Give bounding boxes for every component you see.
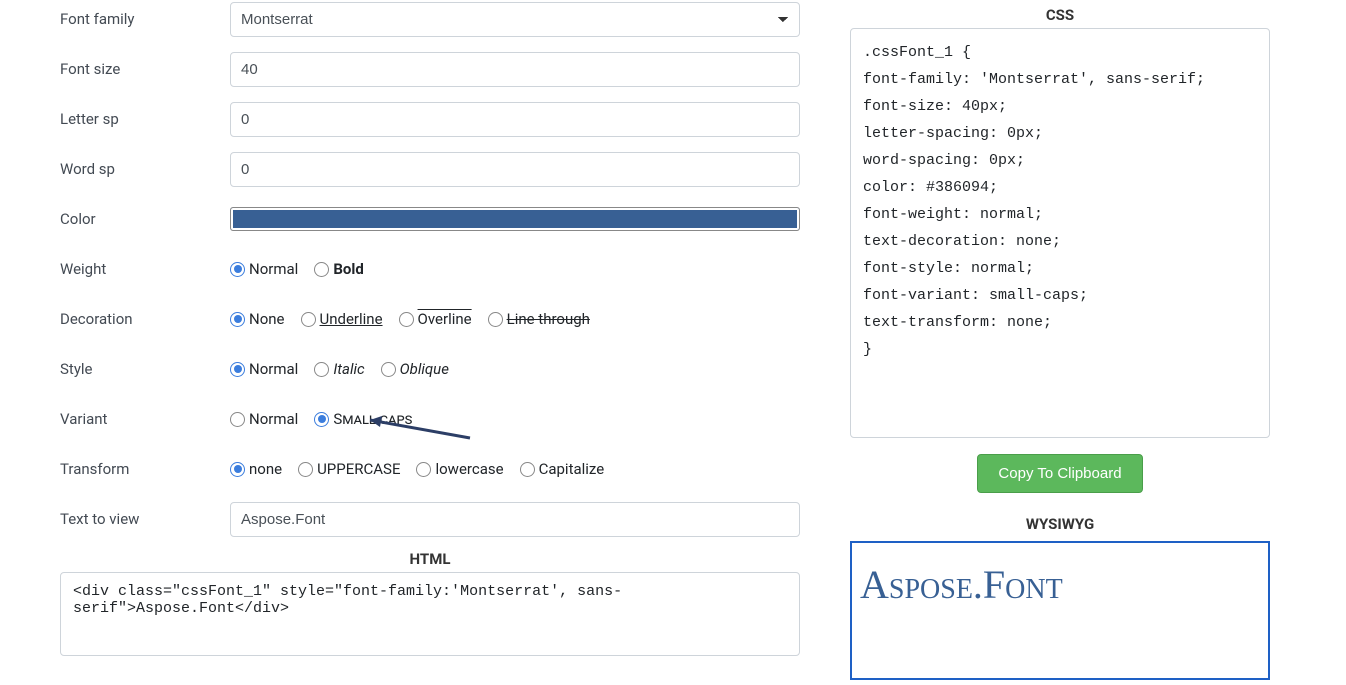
decoration-label: Decoration [60,310,230,328]
radio-label: None [249,310,285,328]
transform-uppercase-radio[interactable]: UPPERCASE [298,460,400,478]
wysiwyg-preview: Aspose.Font [850,541,1270,680]
transform-label: Transform [60,460,230,478]
letter-spacing-label: Letter sp [60,110,230,128]
css-heading: CSS [850,6,1270,24]
word-spacing-input[interactable] [230,152,800,187]
radio-label: Line through [507,310,590,328]
radio-label: none [249,460,282,478]
radio-label: Underline [320,310,383,328]
variant-label: Variant [60,410,230,428]
variant-normal-radio[interactable]: Normal [230,410,298,428]
radio-label: Small caps [333,410,412,428]
color-picker[interactable] [230,207,800,231]
style-italic-radio[interactable]: Italic [314,360,364,378]
html-heading: HTML [60,550,800,568]
transform-capitalize-radio[interactable]: Capitalize [520,460,605,478]
text-to-view-label: Text to view [60,510,230,528]
style-normal-radio[interactable]: Normal [230,360,298,378]
radio-label: Normal [249,360,298,378]
radio-label: Normal [249,260,298,278]
color-label: Color [60,210,230,228]
font-size-input[interactable] [230,52,800,87]
style-oblique-radio[interactable]: Oblique [381,360,449,378]
radio-label: Normal [249,410,298,428]
transform-none-radio[interactable]: none [230,460,282,478]
font-size-label: Font size [60,60,230,78]
radio-label: Oblique [400,360,449,378]
weight-normal-radio[interactable]: Normal [230,260,298,278]
decoration-overline-radio[interactable]: Overline [399,310,472,328]
text-to-view-input[interactable] [230,502,800,537]
font-family-select[interactable]: Montserrat [230,2,800,37]
style-label: Style [60,360,230,378]
decoration-underline-radio[interactable]: Underline [301,310,383,328]
decoration-none-radio[interactable]: None [230,310,285,328]
weight-bold-radio[interactable]: Bold [314,260,363,278]
html-output-textarea[interactable] [60,572,800,656]
css-output-textarea[interactable] [850,28,1270,438]
preview-text: Aspose.Font [860,561,1260,608]
word-spacing-label: Word sp [60,160,230,178]
radio-label: Capitalize [539,460,605,478]
weight-label: Weight [60,260,230,278]
transform-lowercase-radio[interactable]: lowercase [416,460,503,478]
copy-to-clipboard-button[interactable]: Copy To Clipboard [977,454,1142,493]
radio-label: Bold [333,260,363,278]
variant-smallcaps-radio[interactable]: Small caps [314,410,412,428]
radio-label: Overline [418,310,472,328]
radio-label: lowercase [435,460,503,478]
letter-spacing-input[interactable] [230,102,800,137]
wysiwyg-heading: WYSIWYG [850,515,1270,533]
font-family-label: Font family [60,10,230,28]
radio-label: UPPERCASE [317,460,400,478]
decoration-linethrough-radio[interactable]: Line through [488,310,590,328]
radio-label: Italic [333,360,364,378]
